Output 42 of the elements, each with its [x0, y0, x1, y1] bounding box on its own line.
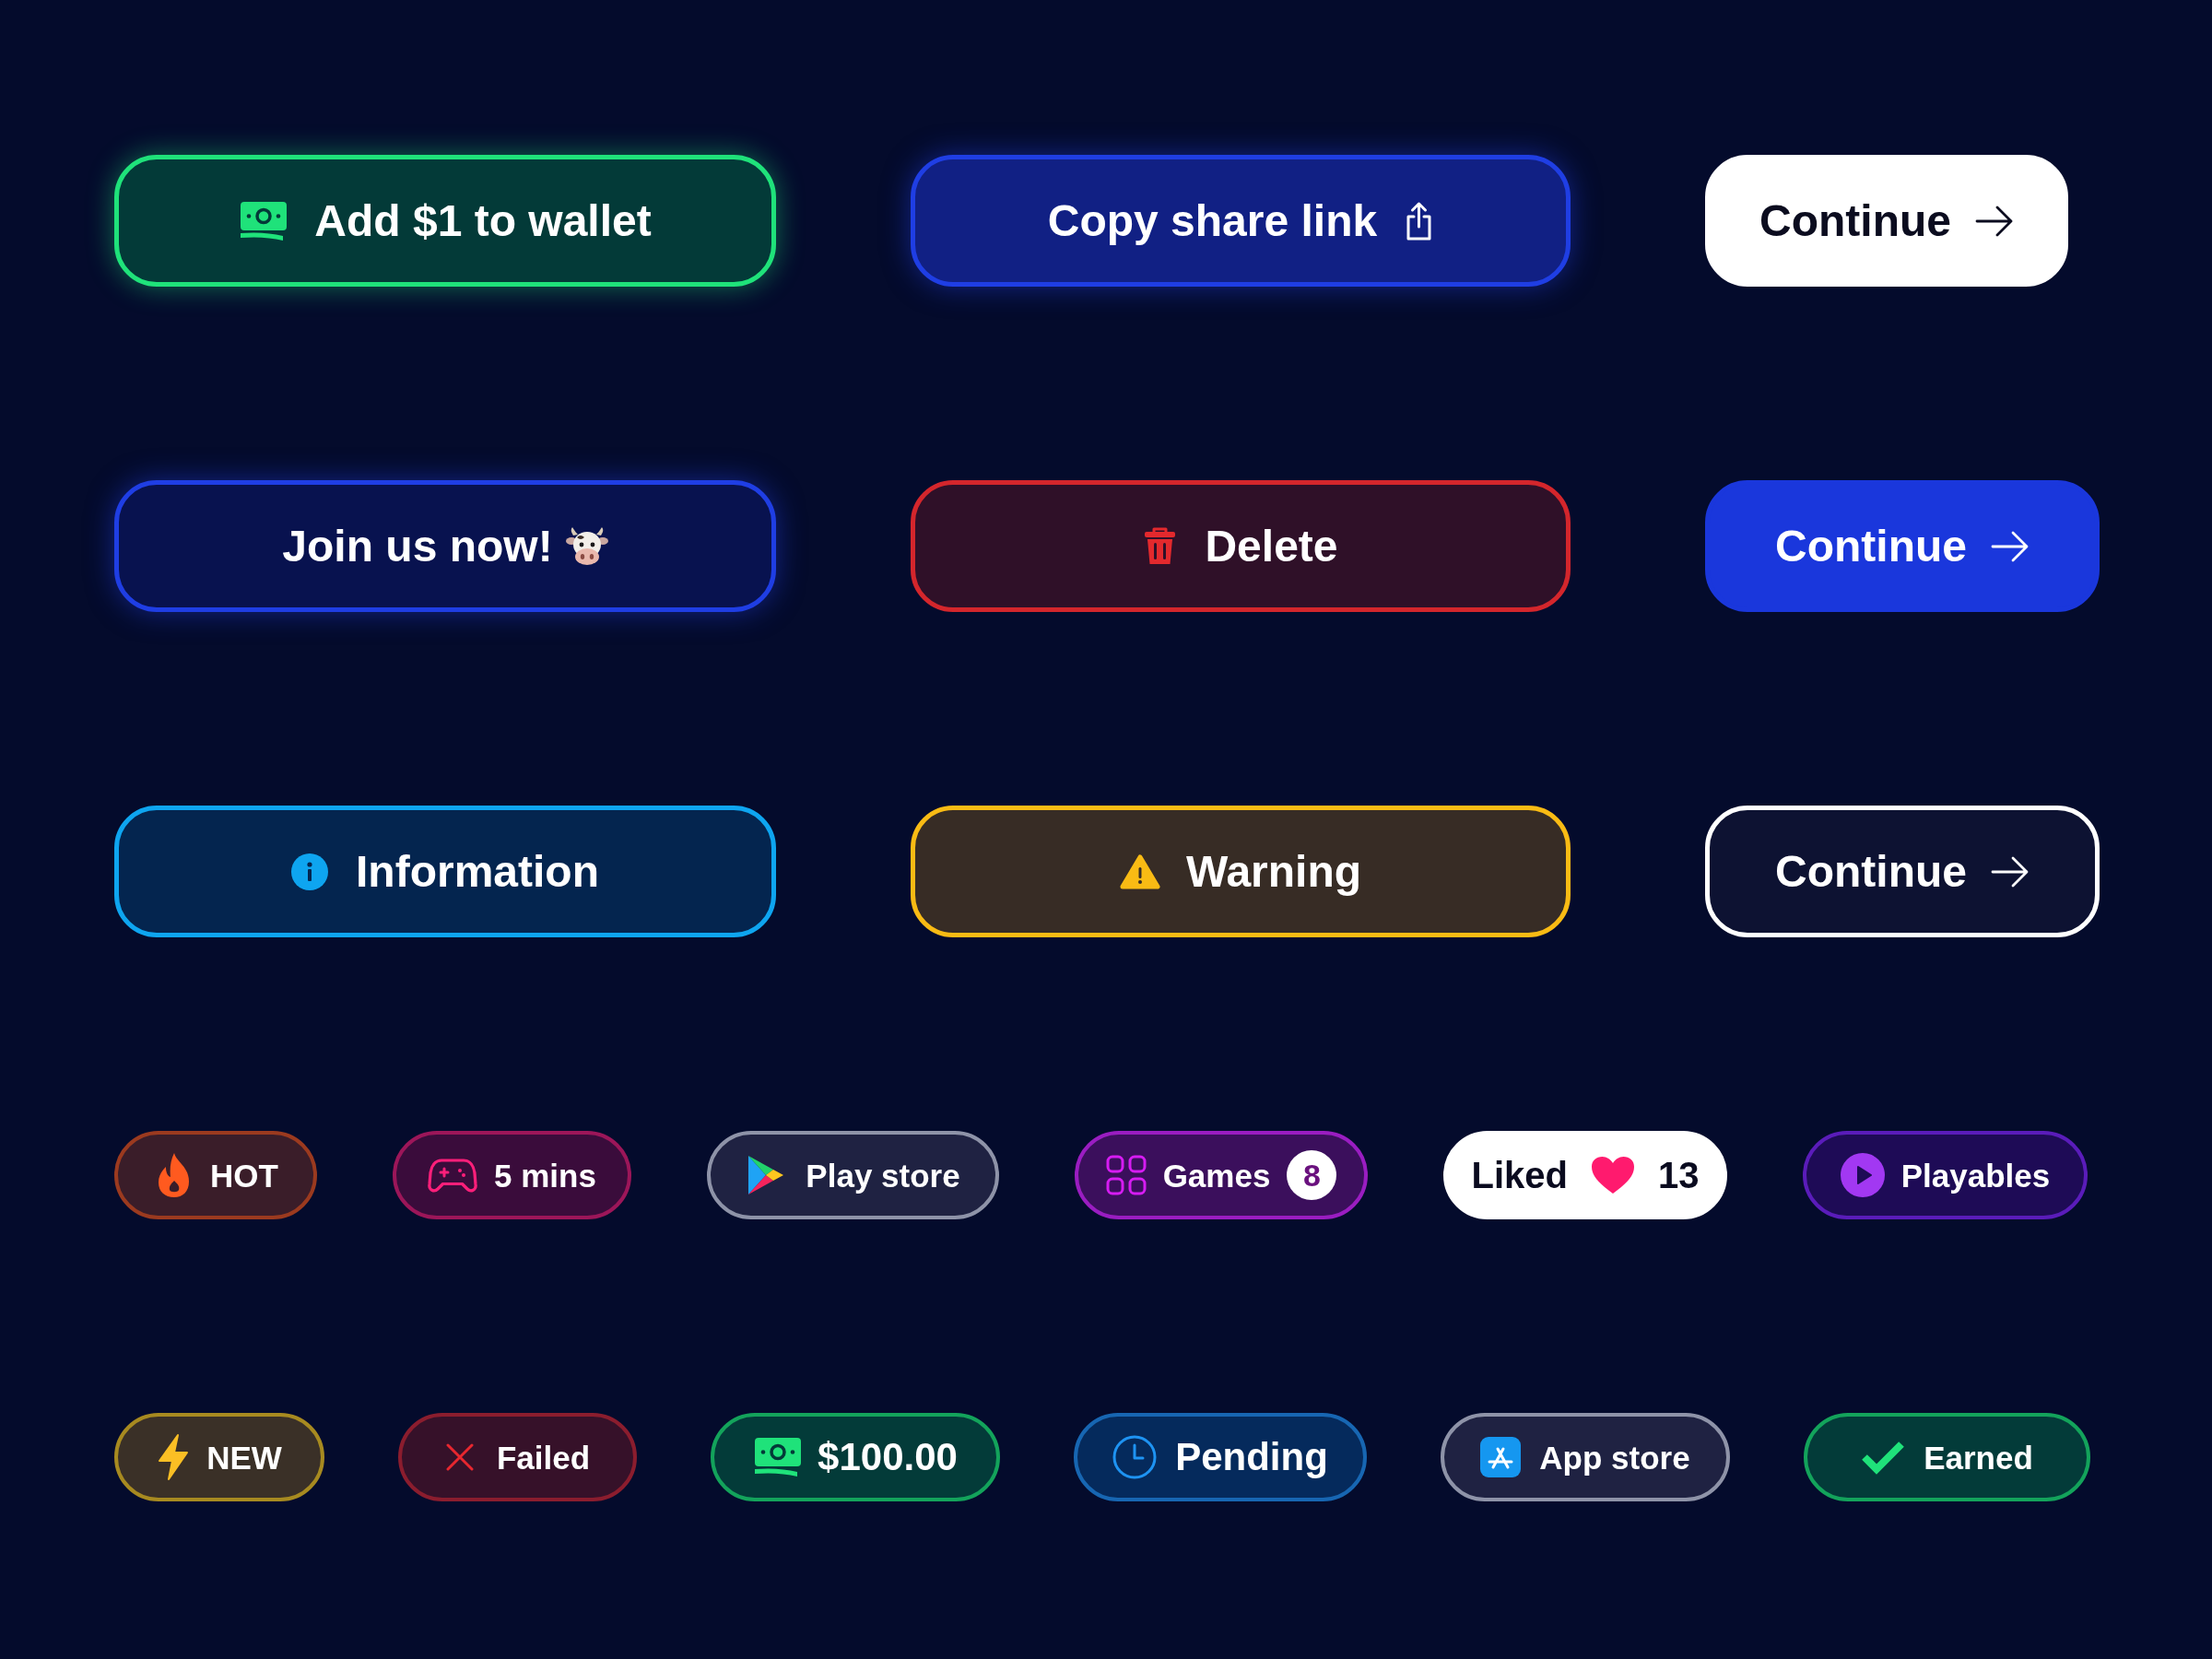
- badge-label: HOT: [210, 1159, 278, 1192]
- grid-icon: [1105, 1155, 1147, 1195]
- warning-icon: [1119, 853, 1160, 890]
- trash-icon: [1143, 526, 1178, 566]
- continue-button[interactable]: Continue: [1705, 155, 2068, 287]
- info-icon: [291, 853, 328, 890]
- add-to-wallet-button[interactable]: Add $1 to wallet: [114, 155, 776, 287]
- money-icon: [753, 1436, 804, 1478]
- gamepad-icon: [428, 1157, 478, 1194]
- delete-button[interactable]: Delete: [911, 480, 1571, 612]
- money-icon: [239, 199, 289, 242]
- share-icon: [1405, 200, 1434, 241]
- count-badge: 8: [1287, 1150, 1337, 1200]
- join-button[interactable]: Join us now!: [114, 480, 776, 612]
- lightning-icon: [157, 1433, 191, 1481]
- arrow-right-icon: [1991, 530, 2030, 562]
- badge-label: Playables: [1900, 1159, 2051, 1192]
- check-icon: [1861, 1440, 1906, 1475]
- badge-label: NEW: [206, 1441, 282, 1474]
- continue-button[interactable]: Continue: [1705, 480, 2100, 612]
- badge-label: Failed: [496, 1441, 591, 1474]
- cow-face-icon: [565, 525, 608, 567]
- arrow-right-icon: [1975, 205, 2014, 237]
- app-tile-icon: [1480, 1437, 1522, 1477]
- like-count: 13: [1658, 1157, 1700, 1194]
- copy-link-button[interactable]: Copy share link: [911, 155, 1571, 287]
- cross-icon: [444, 1442, 475, 1472]
- warning-button[interactable]: Warning: [911, 806, 1571, 937]
- badge-label: $100.00: [818, 1438, 958, 1477]
- badge-label: Liked: [1471, 1157, 1568, 1194]
- badge-label: Games: [1162, 1159, 1271, 1192]
- badge-label: Play store: [806, 1159, 960, 1192]
- badge-label: Earned: [1924, 1441, 2033, 1474]
- badge-label: 5 mins: [494, 1159, 596, 1192]
- information-button[interactable]: Information: [114, 806, 776, 937]
- clock-icon: [1112, 1435, 1158, 1479]
- heart-icon: [1590, 1155, 1636, 1195]
- arrow-right-icon: [1991, 855, 2030, 888]
- badge-label: App store: [1539, 1441, 1690, 1474]
- badge-label: Pending: [1175, 1438, 1328, 1477]
- continue-button[interactable]: Continue: [1705, 806, 2100, 937]
- play-circle-icon: [1840, 1153, 1885, 1197]
